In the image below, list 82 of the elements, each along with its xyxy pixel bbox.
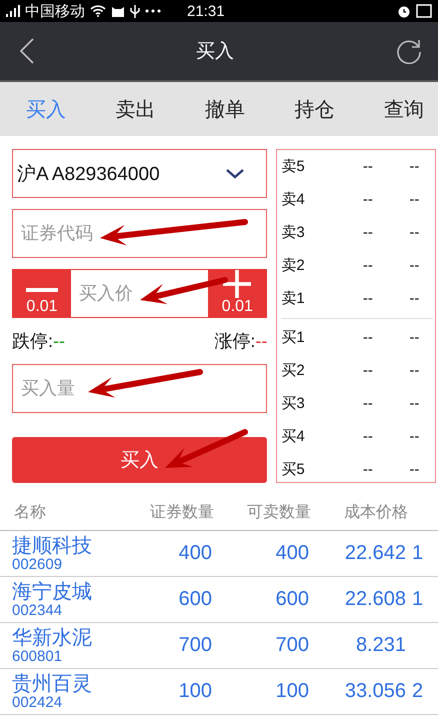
limit-label: 跌停:	[12, 331, 54, 351]
battery-icon	[416, 4, 432, 18]
alarm-icon	[397, 4, 411, 18]
stock-code: 002344	[12, 602, 64, 618]
order-level-label: 卖1	[281, 289, 306, 308]
order-volume: --	[408, 224, 420, 241]
buy-quantity-field[interactable]: 买入量	[12, 364, 268, 413]
table-cell-text: 2	[411, 680, 424, 703]
order-volume: --	[408, 329, 420, 346]
order-price: --	[362, 461, 374, 478]
buy-button[interactable]: 买入	[12, 437, 268, 483]
table-cell-text: 400	[178, 542, 212, 565]
table-cell-text: 100	[274, 680, 309, 703]
tab[interactable]: 持仓	[292, 92, 336, 126]
order-price: --	[362, 290, 374, 307]
order-price: --	[362, 158, 374, 175]
stock-code-field[interactable]: 证券代码	[12, 209, 268, 258]
table-cell-text: 600	[274, 588, 309, 611]
back-icon[interactable]	[20, 38, 34, 64]
table-cell-text: 400	[274, 542, 309, 565]
tab[interactable]: 查询	[382, 92, 426, 126]
table-cell-text: 22.642	[344, 542, 406, 565]
stock-name: 华新水泥	[12, 626, 93, 648]
order-price: --	[362, 329, 374, 346]
table-cell-text: 700	[178, 634, 212, 657]
limit-value: --	[255, 331, 268, 351]
order-volume: --	[408, 428, 420, 445]
stock-code: 002609	[12, 556, 64, 572]
stock-code: 002424	[12, 694, 64, 710]
order-volume: --	[408, 362, 420, 379]
order-volume: --	[408, 257, 420, 274]
usb-icon	[130, 4, 140, 18]
order-volume: --	[408, 461, 420, 478]
wifi-icon	[90, 5, 106, 17]
order-level-label: 买2	[281, 361, 306, 380]
tab[interactable]: 卖出	[114, 92, 158, 126]
carrier-name: 中国移动	[25, 2, 85, 20]
stock-code: 600801	[12, 648, 64, 664]
order-price: --	[362, 362, 374, 379]
table-cell-text: 600	[178, 588, 212, 611]
order-level-label: 买3	[281, 394, 306, 413]
column-header: 可卖数量	[246, 502, 311, 523]
page-title: 买入	[196, 40, 234, 64]
signal-icon	[6, 5, 20, 17]
order-price: --	[362, 257, 374, 274]
order-price: --	[362, 428, 374, 445]
limit-label: 涨停:	[214, 331, 256, 351]
table-cell-text: 1	[411, 542, 424, 565]
order-level-label: 买4	[281, 427, 306, 446]
order-level-label: 卖5	[281, 157, 306, 176]
order-level-label: 卖3	[281, 223, 306, 242]
stock-name: 海宁皮城	[12, 580, 93, 602]
more-icon	[145, 9, 161, 13]
stock-name: 捷顺科技	[12, 534, 93, 556]
table-cell-text: 8.231	[354, 634, 406, 657]
order-volume: --	[408, 158, 420, 175]
stock-name: 贵州百灵	[12, 672, 93, 694]
column-header: 成本价格	[343, 502, 408, 523]
order-volume: --	[408, 395, 420, 412]
order-level-label: 卖2	[281, 256, 306, 275]
table-cell-text: 33.056	[344, 680, 406, 703]
chevron-down-icon	[226, 168, 244, 178]
table-cell-text: 700	[274, 634, 309, 657]
table-cell-text: 100	[178, 680, 212, 703]
order-volume: --	[408, 290, 420, 307]
order-level-label: 买5	[281, 460, 306, 479]
table-cell-text: 22.608	[344, 588, 406, 611]
clock-time: 21:31	[187, 2, 225, 20]
order-volume: --	[408, 191, 420, 208]
column-header: 证券数量	[149, 502, 214, 523]
limit-value: --	[53, 331, 66, 351]
account-dropdown[interactable]: 沪A A829364000	[12, 149, 268, 198]
order-price: --	[362, 224, 374, 241]
order-price: --	[362, 395, 374, 412]
column-header: 名称	[14, 503, 47, 523]
table-cell-text: 1	[411, 588, 424, 611]
order-level-label: 卖4	[281, 190, 306, 209]
refresh-icon[interactable]	[396, 38, 422, 64]
tab[interactable]: 撤单	[203, 92, 247, 126]
cat-icon	[111, 5, 125, 17]
order-price: --	[362, 191, 374, 208]
order-level-label: 买1	[281, 328, 306, 347]
